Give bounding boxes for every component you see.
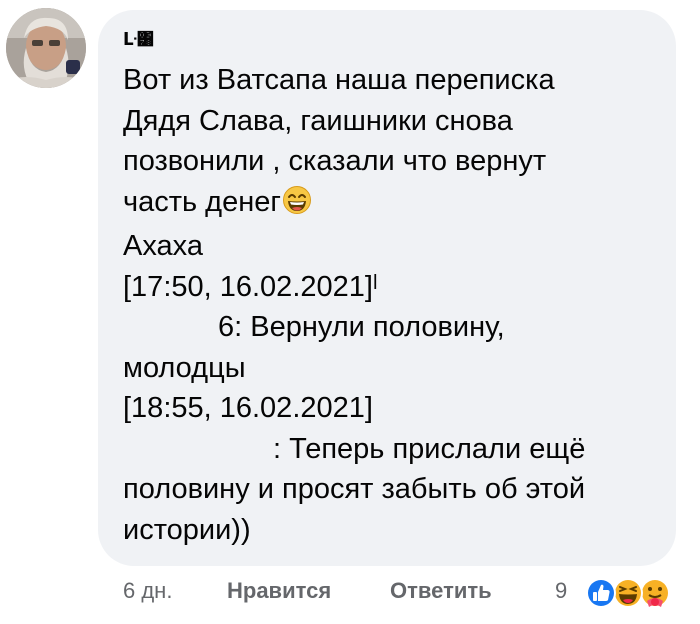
redacted-name xyxy=(123,307,218,348)
comment-actions: 6 дн. Нравится Ответить 9 xyxy=(123,575,693,611)
comment-line: половину и просят забыть об этой xyxy=(123,473,586,505)
laughing-emoji-icon xyxy=(282,185,312,227)
haha-reaction-icon xyxy=(613,578,643,608)
avatar-photo xyxy=(6,8,86,88)
comment-view: ᒷ͸ Вот из Ватсапа наша переписка Дядя Сл… xyxy=(0,0,700,624)
reply-button[interactable]: Ответить xyxy=(390,578,492,604)
comment-line: истории)) xyxy=(123,513,251,546)
redacted-mark: ˡ xyxy=(372,270,378,303)
redacted-name xyxy=(123,429,273,470)
comment-line: Ахаха xyxy=(123,230,203,262)
comment-line: [17:50, 16.02.2021]ˡ xyxy=(123,267,663,308)
timestamp-link[interactable]: 6 дн. xyxy=(123,578,172,604)
comment-line: часть денег xyxy=(123,182,663,227)
reactions-summary[interactable] xyxy=(575,575,685,611)
comment-line: Дядя Слава, гаишники снова xyxy=(123,104,513,137)
comment-text: Вот из Ватсапа наша переписка Дядя Слава… xyxy=(123,60,663,550)
reaction-count[interactable]: 9 xyxy=(555,578,567,604)
like-button[interactable]: Нравится xyxy=(227,578,331,604)
comment-line: [18:55, 16.02.2021] xyxy=(123,392,373,424)
comment-line: позвонили , сказали что вернут xyxy=(123,145,547,177)
comment-line: : Теперь прислали ещё xyxy=(123,429,663,470)
care-reaction-icon xyxy=(640,578,670,608)
comment-line: молодцы xyxy=(123,351,246,384)
comment-line: 6: Вернули половину, xyxy=(123,307,663,348)
avatar[interactable] xyxy=(6,8,86,88)
comment-line: Вот из Ватсапа наша переписка xyxy=(123,64,555,96)
author-name[interactable]: ᒷ͸ xyxy=(123,30,154,50)
like-reaction-icon xyxy=(586,578,616,608)
